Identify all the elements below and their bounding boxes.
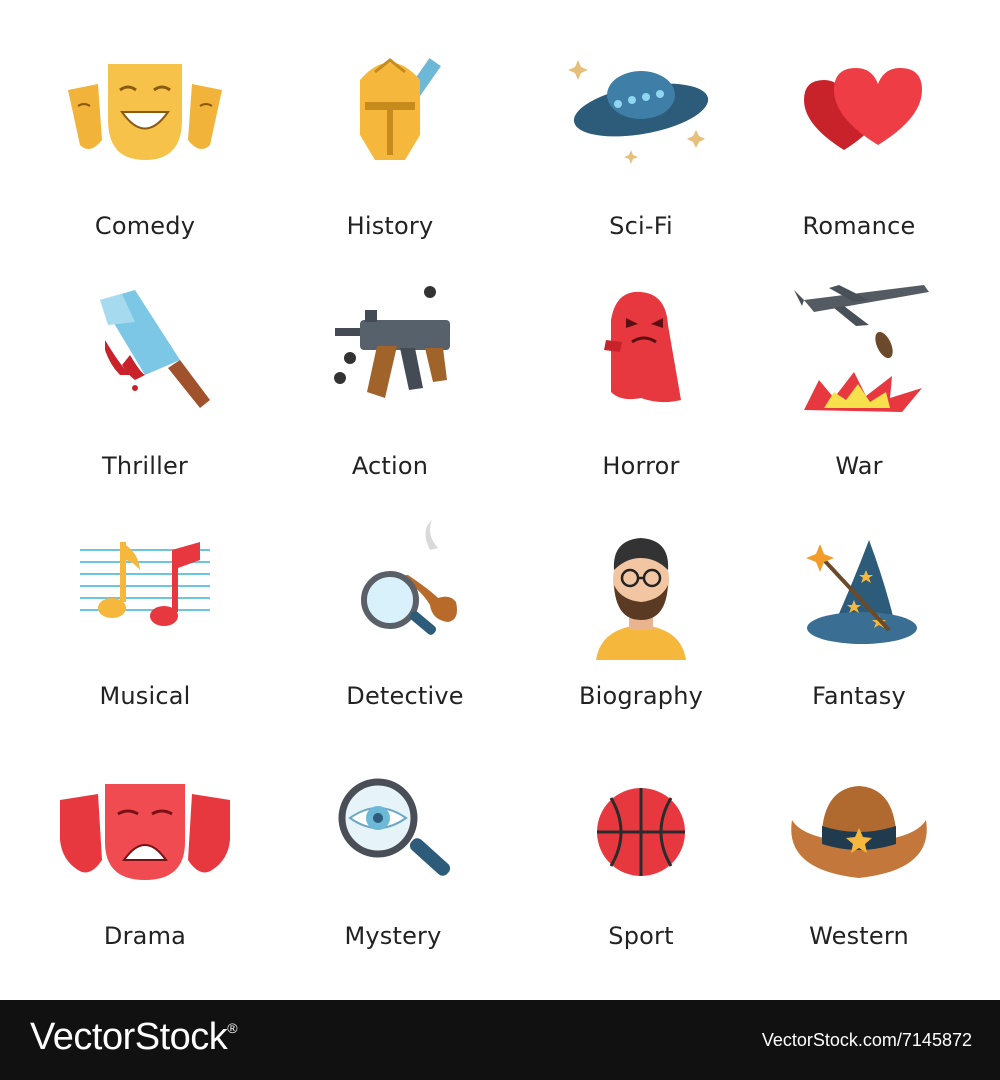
bomber-plane-icon: [774, 280, 944, 430]
magnifier-eye-icon: [308, 760, 478, 910]
music-notes-icon: [60, 520, 230, 670]
registered-mark: ®: [227, 1020, 238, 1036]
genre-label: Horror: [602, 452, 680, 480]
genre-label: Romance: [802, 212, 916, 240]
drama-mask-icon: [60, 760, 230, 910]
gun-icon: [305, 280, 475, 430]
magnifier-pipe-icon: [320, 520, 490, 670]
hearts-icon: [774, 40, 944, 190]
genre-icon-grid: Comedy History Sci-Fi Romance Thriller A…: [0, 0, 1000, 1000]
genre-label: Musical: [99, 682, 191, 710]
genre-label: Thriller: [102, 452, 188, 480]
vectorstock-logo: VectorStock®: [30, 1016, 238, 1059]
ufo-icon: [556, 40, 726, 190]
knight-helmet-icon: [305, 40, 475, 190]
ghost-icon: [556, 280, 726, 430]
genre-label: History: [346, 212, 434, 240]
image-credit: VectorStock.com/7145872: [761, 1030, 972, 1050]
comedy-mask-icon: [60, 40, 230, 190]
genre-label: Biography: [578, 682, 704, 710]
genre-label: Drama: [103, 922, 187, 950]
cleaver-icon: [60, 280, 230, 430]
genre-label: Detective: [346, 682, 464, 710]
genre-label: Sci-Fi: [609, 212, 673, 240]
genre-label: Sport: [608, 922, 674, 950]
footer-bar: VectorStock® VectorStock.com/7145872: [0, 1000, 1000, 1080]
genre-label: Fantasy: [812, 682, 906, 710]
person-portrait-icon: [556, 520, 726, 670]
basketball-icon: [556, 760, 726, 910]
genre-label: Mystery: [344, 922, 442, 950]
cowboy-hat-icon: [774, 760, 944, 910]
genre-label: War: [835, 452, 883, 480]
wizard-hat-icon: [774, 520, 944, 670]
genre-label: Comedy: [94, 212, 196, 240]
brand-name: VectorStock: [30, 1016, 228, 1058]
genre-label: Action: [351, 452, 429, 480]
genre-label: Western: [809, 922, 909, 950]
